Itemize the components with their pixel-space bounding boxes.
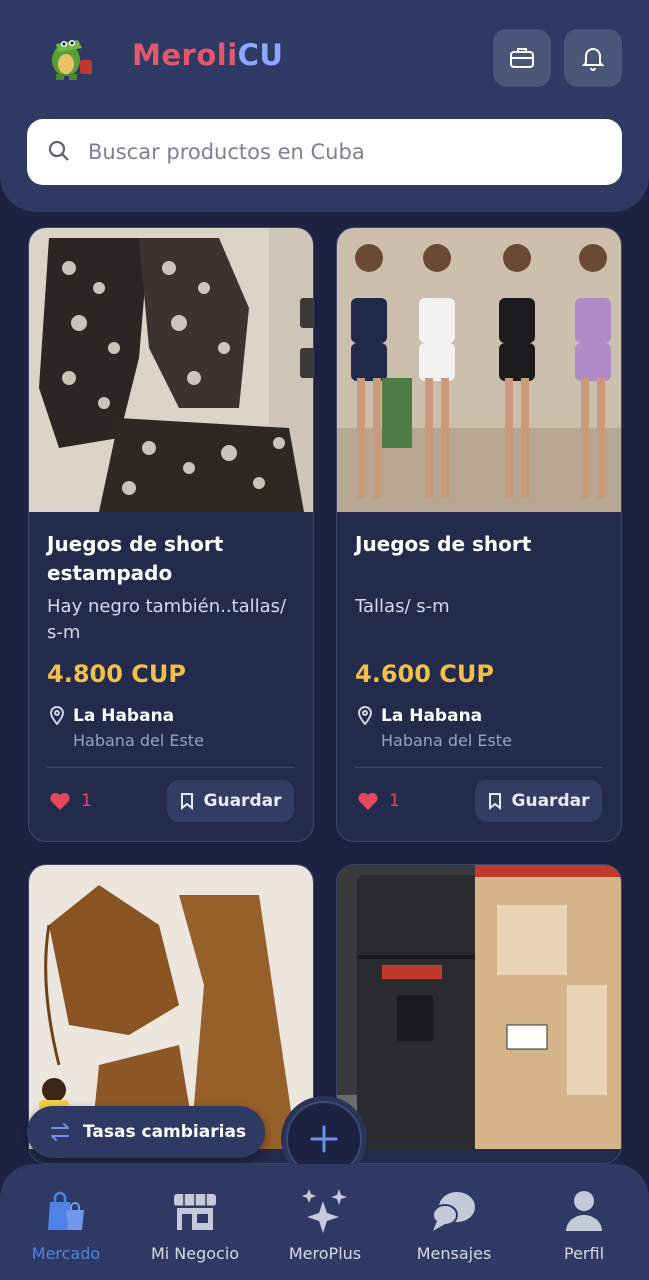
product-card[interactable]	[336, 864, 622, 1164]
product-area: Habana del Este	[381, 731, 512, 750]
card-divider	[47, 767, 295, 768]
like-count: 1	[389, 791, 400, 811]
product-price: 4.800 CUP	[47, 660, 186, 688]
notifications-button[interactable]	[564, 29, 622, 87]
store-icon	[174, 1194, 216, 1230]
product-image[interactable]	[337, 865, 621, 1149]
bell-icon	[581, 48, 605, 71]
app-logo-text: MeroliCU	[132, 38, 283, 72]
nav-label: MeroPlus	[288, 1244, 362, 1263]
crocodile-logo-icon	[44, 34, 96, 82]
product-image[interactable]	[337, 228, 621, 512]
product-city: La Habana	[381, 706, 483, 726]
bookmark-icon	[180, 793, 193, 810]
product-image[interactable]	[29, 228, 313, 512]
nav-item-perfil[interactable]: Perfil	[524, 1186, 644, 1263]
user-icon	[566, 1191, 602, 1231]
product-title: Juegos de short	[355, 532, 532, 556]
bottom-navigation: Mercado Mi Negocio MeroPlus Mensajes Per…	[0, 1164, 649, 1280]
shopping-bags-icon	[48, 1191, 84, 1230]
product-card[interactable]: Juegos de short Tallas/ s-m 4.600 CUP La…	[336, 227, 622, 842]
nav-item-mercado[interactable]: Mercado	[6, 1186, 126, 1263]
save-button[interactable]: Guardar	[475, 780, 602, 822]
search-icon	[48, 140, 69, 161]
nav-label: Perfil	[563, 1244, 605, 1263]
chat-icon	[432, 1192, 475, 1231]
nav-item-mensajes[interactable]: Mensajes	[394, 1186, 514, 1263]
business-button[interactable]	[493, 29, 551, 87]
product-price: 4.600 CUP	[355, 660, 494, 688]
product-description: Tallas/ s-m	[355, 596, 450, 617]
save-label: Guardar	[203, 791, 282, 811]
exchange-rates-label: Tasas cambiarias	[83, 1122, 247, 1142]
sparkles-icon	[302, 1189, 347, 1233]
product-city: La Habana	[73, 706, 175, 726]
logo-text-part-a: Meroli	[132, 38, 238, 72]
heart-icon	[358, 792, 378, 810]
nav-label: Mensajes	[416, 1244, 492, 1263]
nav-item-meroplus[interactable]: MeroPlus	[265, 1186, 385, 1263]
save-label: Guardar	[511, 791, 590, 811]
like-button[interactable]: 1	[49, 791, 92, 811]
card-divider	[355, 767, 603, 768]
location-pin-icon	[357, 706, 373, 725]
product-area: Habana del Este	[73, 731, 204, 750]
nav-label: Mi Negocio	[150, 1244, 240, 1263]
like-count: 1	[81, 791, 92, 811]
exchange-rates-button[interactable]: Tasas cambiarias	[27, 1106, 265, 1158]
plus-icon	[310, 1125, 338, 1153]
logo-text-part-b: CU	[237, 38, 284, 72]
bookmark-icon	[488, 793, 501, 810]
swap-arrows-icon	[51, 1123, 69, 1141]
like-button[interactable]: 1	[357, 791, 400, 811]
briefcase-icon	[510, 48, 534, 68]
search-bar[interactable]	[27, 119, 622, 185]
product-title: Juegos de short estampado	[47, 532, 224, 585]
product-card[interactable]: Juegos de short estampado Hay negro tamb…	[28, 227, 314, 842]
nav-label: Mercado	[31, 1244, 101, 1263]
heart-icon	[50, 792, 70, 810]
location-pin-icon	[49, 706, 65, 725]
product-description: Hay negro también..tallas/ s-m	[47, 596, 287, 643]
top-header: MeroliCU	[0, 0, 649, 212]
nav-item-mi-negocio[interactable]: Mi Negocio	[135, 1186, 255, 1263]
save-button[interactable]: Guardar	[167, 780, 294, 822]
search-input[interactable]	[88, 140, 588, 164]
